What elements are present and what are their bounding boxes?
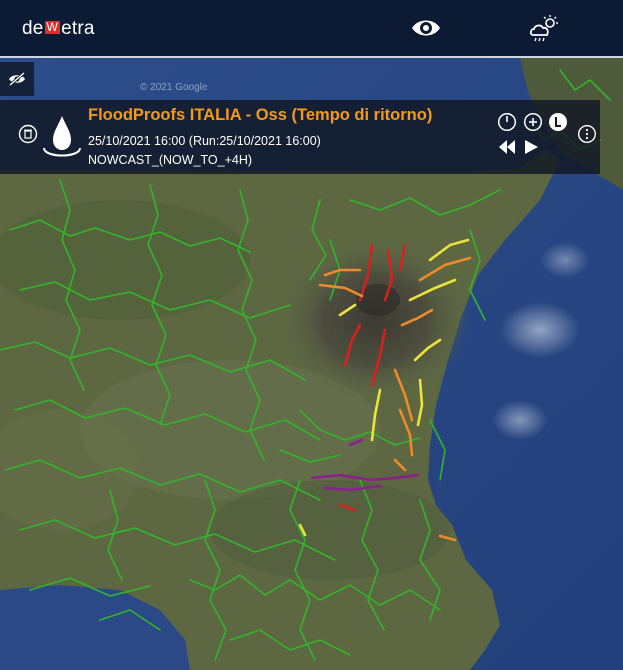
- logo-mid: W: [44, 20, 61, 34]
- layer-title: FloodProofs ITALIA - Oss (Tempo di ritor…: [88, 106, 433, 124]
- top-bar: de Wetra: [0, 0, 623, 56]
- eye-icon[interactable]: [410, 14, 442, 42]
- legend-icon[interactable]: [548, 112, 568, 137]
- delete-icon[interactable]: [18, 124, 38, 149]
- zoom-in-icon[interactable]: [523, 112, 543, 137]
- layer-datetime: 25/10/2021 16:00 (Run:25/10/2021 16:00): [88, 134, 321, 148]
- map-watermark: © 2021 Google: [140, 82, 208, 93]
- cloud: [540, 242, 590, 278]
- weather-cloud-sun-icon[interactable]: [528, 14, 560, 42]
- logo-prefix: de: [22, 18, 44, 39]
- terrain-patch: [210, 480, 450, 580]
- water-drop-icon: [40, 110, 84, 165]
- header-divider: [0, 56, 623, 58]
- logo-suffix: etra: [61, 18, 95, 39]
- app-logo[interactable]: de Wetra: [22, 17, 95, 41]
- layer-panel: FloodProofs ITALIA - Oss (Tempo di ritor…: [0, 100, 600, 174]
- rewind-icon[interactable]: [497, 138, 517, 161]
- play-icon[interactable]: [522, 138, 540, 161]
- cloud: [500, 302, 580, 358]
- layer-mode: NOWCAST_(NOW_TO_+4H): [88, 153, 253, 167]
- toggle-panel-button[interactable]: [0, 62, 34, 96]
- eye-slash-icon: [9, 71, 25, 87]
- clock-icon[interactable]: [497, 112, 517, 137]
- cloud: [492, 400, 548, 440]
- more-options-icon[interactable]: [577, 124, 597, 149]
